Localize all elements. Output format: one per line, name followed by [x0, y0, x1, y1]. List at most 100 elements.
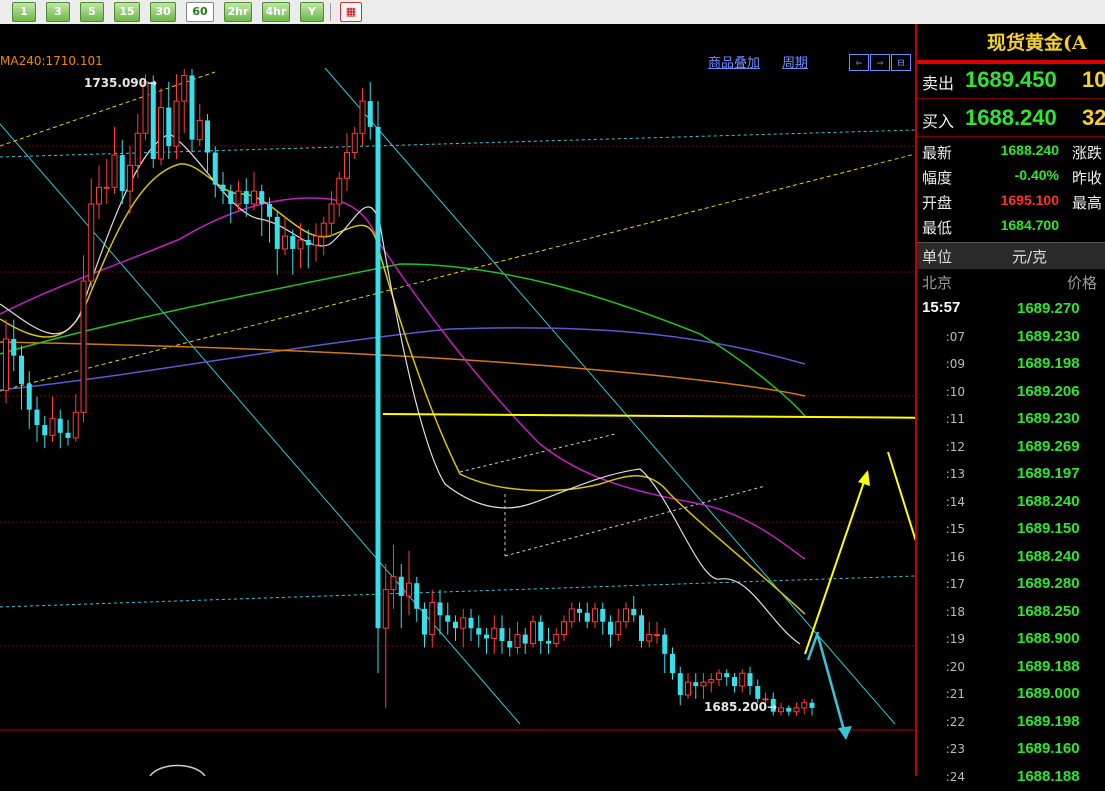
- buy-label: 买入: [922, 112, 955, 131]
- period-button-2hr[interactable]: 2hr: [224, 2, 252, 22]
- candle-body: [685, 681, 691, 696]
- candle-body: [359, 100, 366, 134]
- period-button-30[interactable]: 30: [150, 2, 176, 22]
- candle-body: [119, 155, 125, 192]
- overlay-link[interactable]: 商品叠加: [708, 56, 760, 71]
- candle-body: [662, 634, 668, 654]
- chart-area[interactable]: MA240:1710.101 商品叠加 周期 ⇐ ⇒ ⊟ 1735.090→ 1685…: [0, 24, 915, 776]
- candle-body: [103, 186, 110, 189]
- tick-price: 1688.240: [1017, 492, 1080, 510]
- candle-body: [429, 601, 436, 636]
- candle-body: [166, 107, 172, 147]
- tick-row: :21 1689.000: [917, 681, 1105, 708]
- tick-time: :21: [945, 687, 965, 701]
- candle-body: [34, 409, 40, 426]
- stat-label: 最低: [922, 219, 953, 237]
- tick-header-time: 北京: [922, 274, 953, 292]
- arrow-right-icon[interactable]: ⇒: [870, 54, 890, 71]
- candle-body: [623, 608, 629, 623]
- tick-price: 1689.198: [1017, 355, 1080, 372]
- tick-row: 15:57 1689.270: [917, 296, 1105, 323]
- quote-panel: 现货黄金(A 卖出 1689.450 10 买入 1688.240 32 最新 1…: [915, 24, 1105, 785]
- candle-body: [484, 634, 489, 639]
- candle-body: [670, 653, 675, 674]
- period-button-4hr[interactable]: 4hr: [262, 2, 290, 22]
- candle-body: [422, 608, 427, 635]
- period-button-Y[interactable]: Y: [300, 2, 324, 22]
- candle-body: [196, 119, 203, 141]
- tick-price: 1689.206: [1017, 382, 1080, 400]
- tick-row: :18 1688.250: [917, 599, 1105, 626]
- candle-body: [398, 576, 404, 597]
- candle-body: [476, 628, 482, 635]
- period-button-5[interactable]: 5: [80, 2, 104, 22]
- panel-title: 现货黄金(A: [917, 24, 1105, 62]
- candle-body: [80, 280, 87, 413]
- candle-body: [693, 682, 699, 687]
- tick-price: 1689.000: [1017, 685, 1080, 702]
- candle-body: [724, 673, 730, 678]
- ma-line: [0, 163, 806, 615]
- tick-time: :13: [945, 467, 965, 481]
- tick-row: :07 1689.230: [917, 324, 1105, 351]
- ma-line: [0, 341, 806, 397]
- tick-row: :16 1688.240: [917, 544, 1105, 571]
- candle-body: [499, 628, 505, 642]
- layout-icon[interactable]: ⊟: [891, 54, 911, 71]
- candle-body: [212, 152, 218, 185]
- tick-time: :24: [945, 769, 965, 784]
- candlestick-chart[interactable]: [0, 24, 915, 776]
- candle-body: [320, 222, 327, 237]
- period-link[interactable]: 周期: [782, 56, 808, 71]
- period-button-1[interactable]: 1: [12, 2, 36, 22]
- tick-price: 1689.197: [1017, 465, 1080, 482]
- stat-label-secondary: 昨收: [1072, 169, 1103, 187]
- buy-row: 买入 1688.240 32: [917, 102, 1105, 137]
- sell-volume: 10: [1082, 67, 1105, 92]
- candle-body: [351, 132, 358, 154]
- tick-time: :18: [945, 604, 965, 619]
- candle-body: [49, 418, 56, 436]
- candle-body: [42, 425, 48, 436]
- arrow-left-icon[interactable]: ⇐: [849, 54, 869, 71]
- stat-value: 1688.240: [1000, 142, 1059, 158]
- tick-time: :22: [945, 714, 965, 729]
- calendar-icon[interactable]: ▦: [340, 2, 362, 22]
- candle-body: [158, 107, 164, 160]
- tick-time: :19: [945, 632, 965, 646]
- ma-line: [0, 133, 801, 645]
- stat-row: 开盘 1695.100 最高: [917, 192, 1105, 217]
- candle-body: [305, 239, 311, 246]
- tick-price: 1689.198: [1017, 712, 1080, 730]
- candle-body: [460, 617, 467, 629]
- candle-body: [3, 338, 9, 391]
- candle-body: [577, 608, 582, 613]
- arrow-head: [858, 470, 870, 486]
- candle-body: [600, 608, 606, 622]
- period-button-3[interactable]: 3: [46, 2, 70, 22]
- tick-price: 1689.230: [1017, 410, 1080, 427]
- tick-time: :20: [945, 659, 965, 674]
- candle-body: [11, 338, 17, 356]
- candle-body: [406, 582, 412, 597]
- candle-body: [251, 190, 257, 205]
- candle-body: [592, 608, 598, 623]
- tick-time: :12: [945, 439, 965, 454]
- annotation-arrow: [804, 475, 867, 655]
- candle-body: [801, 702, 808, 709]
- tick-price: 1689.230: [1017, 327, 1080, 345]
- candle-body: [793, 707, 800, 713]
- stat-row: 幅度 -0.40% 昨收: [917, 167, 1105, 192]
- candle-body: [584, 612, 590, 622]
- candle-body: [809, 702, 815, 708]
- stat-label: 最新: [922, 144, 953, 162]
- candle-body: [708, 679, 715, 683]
- candle-body: [468, 617, 474, 629]
- candle-body: [313, 235, 319, 246]
- period-button-60[interactable]: 60: [186, 2, 214, 22]
- candle-body: [530, 621, 536, 645]
- annotation-arrow: [887, 451, 915, 542]
- candle-body: [755, 686, 761, 699]
- period-button-15[interactable]: 15: [114, 2, 140, 22]
- unit-label: 单位: [922, 248, 953, 266]
